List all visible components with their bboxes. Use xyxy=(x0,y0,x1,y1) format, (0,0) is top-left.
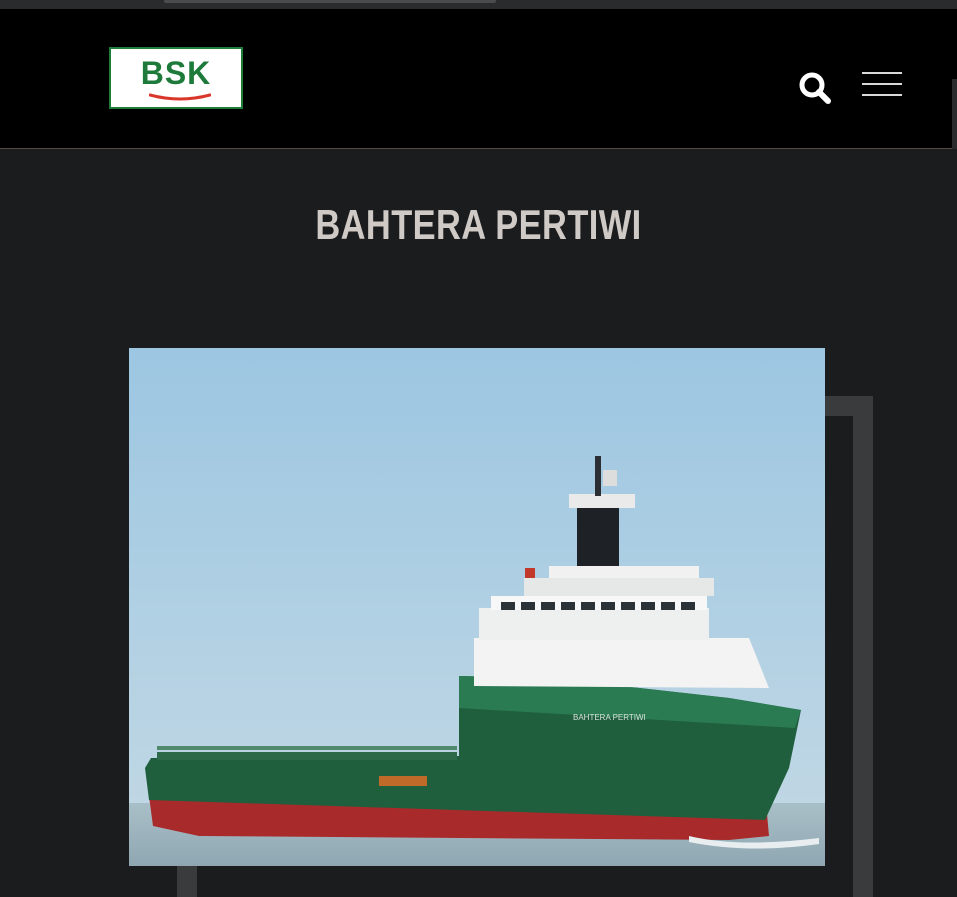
hamburger-line-middle xyxy=(862,83,902,85)
hamburger-line-top xyxy=(862,72,902,74)
ship-image: BAHTERA PERTIWI xyxy=(129,348,825,866)
page-title: BAHTERA PERTIWI xyxy=(315,201,642,248)
hamburger-line-bottom xyxy=(862,94,902,96)
site-logo[interactable]: BSK xyxy=(109,47,243,109)
top-strip xyxy=(0,0,957,9)
header-edge xyxy=(952,79,957,149)
vessel-photo: BAHTERA PERTIWI xyxy=(129,348,825,866)
top-strip-handle xyxy=(164,0,496,3)
logo-text: BSK xyxy=(140,55,212,91)
menu-button[interactable] xyxy=(860,67,904,103)
search-button[interactable] xyxy=(796,69,836,109)
logo-swoosh-icon xyxy=(149,93,211,101)
svg-text:BAHTERA PERTIWI: BAHTERA PERTIWI xyxy=(573,713,646,722)
site-header: BSK xyxy=(0,9,957,149)
search-icon xyxy=(799,72,831,104)
